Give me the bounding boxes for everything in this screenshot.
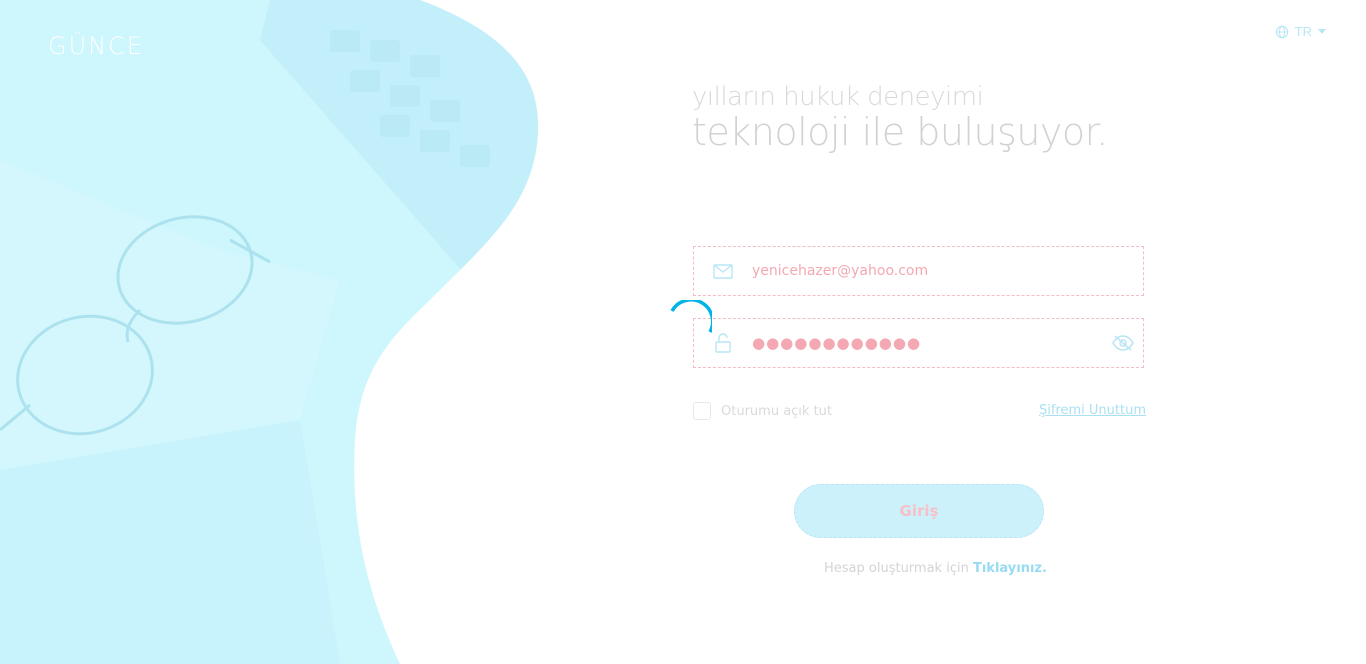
password-field[interactable]: ●●●●●●●●●●●● [693,318,1144,368]
remember-me[interactable]: Oturumu açık tut [693,402,832,420]
login-page: GÜNCE TR yılların hukuk deneyimi teknolo… [0,0,1366,664]
forgot-password-link[interactable]: Şifremi Unuttum [1039,403,1146,418]
brand-logo[interactable]: GÜNCE [48,32,144,60]
language-selector[interactable]: TR [1275,24,1326,39]
headline-subtitle: yılların hukuk deneyimi [692,82,984,112]
headline-title: teknoloji ile buluşuyor. [692,110,1108,154]
login-button[interactable]: Giriş [794,484,1044,538]
email-input[interactable] [752,247,1143,295]
globe-icon [1275,25,1289,39]
eye-slash-icon[interactable] [1103,334,1143,352]
remember-label: Oturumu açık tut [721,403,833,419]
email-field[interactable] [693,246,1144,296]
register-text: Hesap oluşturmak için [824,561,969,576]
spinner-icon [670,300,712,333]
envelope-icon [694,263,752,279]
remember-checkbox[interactable] [693,402,711,420]
language-code: TR [1294,24,1312,39]
hero-background-art [0,0,539,664]
password-input[interactable]: ●●●●●●●●●●●● [752,334,1103,352]
chevron-down-icon [1318,28,1326,35]
register-link[interactable]: Tıklayınız. [973,561,1047,576]
